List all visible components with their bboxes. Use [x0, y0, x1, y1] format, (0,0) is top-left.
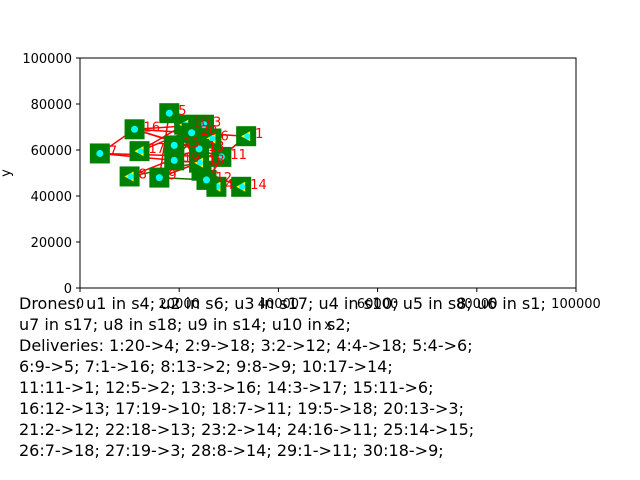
caption-line: Deliveries: 1:20->4; 2:9->18; 3:2->12; 4… — [19, 336, 473, 355]
caption: Drones: u1 in s4; u2 in s6; u3 in s17; u… — [19, 293, 639, 461]
station-label: 18 — [208, 154, 225, 169]
station-marker — [131, 125, 139, 133]
station-label: 5 — [178, 104, 186, 119]
y-tick-label: 20000 — [31, 236, 72, 251]
station-marker — [96, 149, 104, 157]
station-label: 11 — [230, 148, 247, 163]
station-label: 9 — [168, 169, 176, 184]
station-label: 20 — [201, 124, 218, 139]
station-label: 1 — [255, 127, 263, 142]
caption-line: u7 in s17; u8 in s18; u9 in s14; u10 in … — [19, 315, 351, 334]
station-marker — [127, 173, 134, 180]
caption-line: Drones: u1 in s4; u2 in s6; u3 in s17; u… — [19, 294, 546, 313]
caption-line: 26:7->18; 27:19->3; 28:8->14; 29:1->11; … — [19, 441, 444, 460]
station-label: 16 — [144, 120, 161, 135]
caption-line: 11:11->1; 12:5->2; 13:3->16; 14:3->17; 1… — [19, 378, 434, 397]
station-marker — [137, 148, 144, 155]
y-tick-label: 60000 — [31, 144, 72, 159]
station-label: 19 — [183, 151, 200, 166]
station-marker — [170, 141, 178, 149]
station-label: 14 — [250, 178, 267, 193]
station-marker — [244, 133, 251, 140]
station-marker — [165, 109, 173, 117]
station-label: 17 — [149, 142, 166, 157]
station-label: 12 — [215, 171, 232, 186]
station-label: 13 — [208, 140, 225, 155]
caption-line: 16:12->13; 17:19->10; 18:7->11; 19:5->18… — [19, 399, 464, 418]
station-marker — [155, 174, 163, 182]
y-tick-label: 100000 — [22, 52, 72, 67]
caption-line: 6:9->5; 7:1->16; 8:13->2; 9:8->9; 10:17-… — [19, 357, 393, 376]
y-tick-label: 40000 — [31, 190, 72, 205]
station-marker — [170, 156, 178, 164]
station-label: 15 — [183, 136, 200, 151]
y-tick-label: 80000 — [31, 98, 72, 113]
y-axis-label: y — [0, 169, 14, 177]
station-marker — [239, 183, 246, 190]
caption-line: 21:2->12; 22:18->13; 23:2->14; 24:16->11… — [19, 420, 475, 439]
y-axis: 020000400006000080000100000 — [22, 52, 80, 297]
station-label: 7 — [109, 144, 117, 159]
station-label: 8 — [139, 167, 147, 182]
station-marker — [202, 176, 210, 184]
